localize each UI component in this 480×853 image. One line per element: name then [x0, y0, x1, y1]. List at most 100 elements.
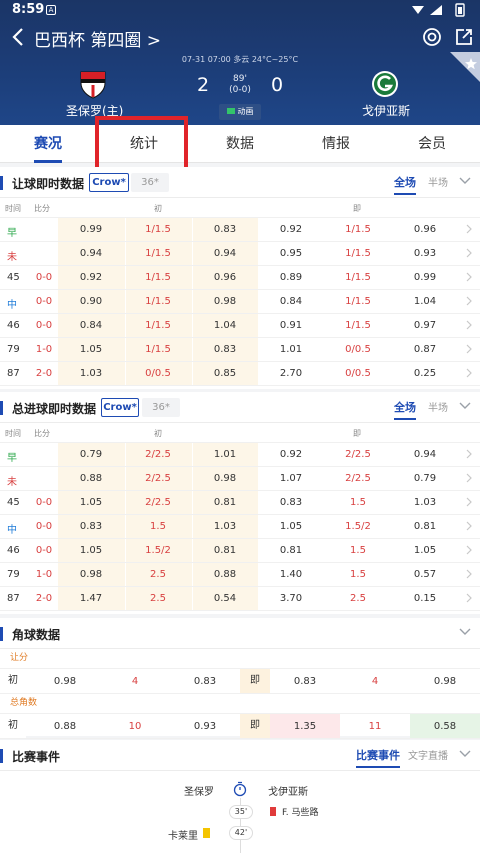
- home-team-name[interactable]: 圣保罗(主): [66, 102, 123, 119]
- odds-value: 1/1.5: [345, 224, 371, 235]
- odds-row[interactable]: 未 0.94 1/1.5 0.94 0.95 1/1.5 0.93: [0, 242, 480, 266]
- row-time: 79: [7, 569, 20, 580]
- collapse-chevron-icon[interactable]: [458, 626, 472, 638]
- odds-value: 0.92: [279, 449, 303, 460]
- home-team-crest-icon: [80, 71, 106, 99]
- title-bar: 巴西杯 第四圈 >: [0, 22, 480, 52]
- odds-value: 1/1.5: [345, 248, 371, 259]
- odds-row[interactable]: 87 2-0 1.47 2.5 0.54 3.70 2.5 0.15: [0, 587, 480, 611]
- share-icon[interactable]: [453, 26, 475, 48]
- odds-row[interactable]: 79 1-0 1.05 1/1.5 0.83 1.01 0/0.5 0.87: [0, 338, 480, 362]
- match-header: 8:59 A 巴西杯 第四圈 > 07-31 07:00 多云 24°C~25°…: [0, 0, 480, 125]
- odds-value: 0.81: [213, 497, 237, 508]
- odds-value: 1/1.5: [145, 248, 171, 259]
- row-time: 46: [7, 545, 20, 556]
- away-score: 0: [271, 74, 284, 96]
- target-icon[interactable]: [421, 26, 443, 48]
- row-time: 中: [7, 525, 17, 536]
- corner-value: 11: [368, 721, 382, 732]
- events-home-team: 圣保罗: [184, 787, 214, 798]
- scope-half-time[interactable]: 半场: [428, 399, 448, 414]
- odds-row[interactable]: 87 2-0 1.03 0/0.5 0.85 2.70 0/0.5 0.25: [0, 362, 480, 386]
- col-live: 即: [353, 204, 361, 213]
- corner-handicap-label: 让分: [10, 653, 29, 663]
- handicap-column-header: 时间 比分 初 即: [0, 198, 480, 218]
- totals-rows: 早 0.79 2/2.5 1.01 0.92 2/2.5 0.94 未 0.88 2/2.5 0.9…: [0, 443, 480, 611]
- bookmaker-chip-36[interactable]: 36*: [142, 398, 180, 417]
- odds-row[interactable]: 45 0-0 1.05 2/2.5 0.81 0.83 1.5 1.03: [0, 491, 480, 515]
- col-score: 比分: [34, 429, 50, 438]
- odds-value: 1.03: [413, 497, 437, 508]
- col-live: 即: [353, 429, 361, 438]
- handicap-header: 让球即时数据 Crow* 36* 全场 半场: [0, 167, 480, 198]
- odds-value: 0.88: [79, 473, 103, 484]
- animation-button[interactable]: 动画: [219, 104, 261, 120]
- row-time: 87: [7, 593, 20, 604]
- row-time: 未: [7, 252, 17, 263]
- row-chevron-icon: [466, 521, 472, 531]
- odds-value: 0/0.5: [145, 368, 171, 379]
- odds-value: 0.79: [79, 449, 103, 460]
- odds-value: 1.04: [213, 320, 237, 331]
- odds-value: 0.83: [213, 224, 237, 235]
- row-time: 87: [7, 368, 20, 379]
- row-time: 未: [7, 477, 17, 488]
- tab-stats[interactable]: 统计: [96, 125, 192, 163]
- scope-full-match[interactable]: 全场: [394, 399, 416, 420]
- odds-value: 0.97: [413, 320, 437, 331]
- scope-full-match[interactable]: 全场: [394, 174, 416, 195]
- odds-value: 2/2.5: [345, 449, 371, 460]
- odds-value: 1.47: [79, 593, 103, 604]
- odds-row[interactable]: 中 0-0 0.83 1.5 1.03 1.05 1.5/2 0.81: [0, 515, 480, 539]
- tab-text-live[interactable]: 文字直播: [408, 747, 448, 762]
- collapse-chevron-icon[interactable]: [458, 400, 472, 412]
- odds-value: 0.94: [79, 248, 103, 259]
- tab-member[interactable]: 会员: [384, 125, 480, 163]
- odds-value: 1.04: [413, 296, 437, 307]
- scope-half-time[interactable]: 半场: [428, 174, 448, 189]
- odds-value: 0.83: [279, 497, 303, 508]
- odds-row[interactable]: 46 0-0 0.84 1/1.5 1.04 0.91 1/1.5 0.97: [0, 314, 480, 338]
- row-chevron-icon: [466, 473, 472, 483]
- bookmaker-chip-crow[interactable]: Crow*: [101, 398, 139, 417]
- live-label: 即: [240, 669, 270, 693]
- odds-value: 1.5: [350, 497, 366, 508]
- corners-title: 角球数据: [0, 627, 61, 642]
- row-score: 0-0: [35, 320, 53, 331]
- odds-row[interactable]: 未 0.88 2/2.5 0.98 1.07 2/2.5 0.79: [0, 467, 480, 491]
- red-card-icon: [270, 807, 276, 816]
- bookmaker-chip-36[interactable]: 36*: [131, 173, 169, 192]
- back-arrow-icon[interactable]: [10, 26, 28, 48]
- tab-match-events[interactable]: 比赛事件: [356, 747, 400, 768]
- corner-value: 0.83: [293, 676, 317, 687]
- odds-row[interactable]: 早 0.99 1/1.5 0.83 0.92 1/1.5 0.96: [0, 218, 480, 242]
- odds-value: 0.81: [279, 545, 303, 556]
- bookmaker-chip-crow[interactable]: Crow*: [89, 173, 129, 192]
- odds-row[interactable]: 45 0-0 0.92 1/1.5 0.96 0.89 1/1.5 0.99: [0, 266, 480, 290]
- odds-value: 0.95: [279, 248, 303, 259]
- away-team-name[interactable]: 戈伊亚斯: [362, 102, 410, 119]
- collapse-chevron-icon[interactable]: [458, 175, 472, 187]
- odds-row[interactable]: 早 0.79 2/2.5 1.01 0.92 2/2.5 0.94: [0, 443, 480, 467]
- odds-row[interactable]: 79 1-0 0.98 2.5 0.88 1.40 1.5 0.57: [0, 563, 480, 587]
- tab-intel[interactable]: 情报: [288, 125, 384, 163]
- odds-value: 0.83: [213, 344, 237, 355]
- odds-row[interactable]: 46 0-0 1.05 1.5/2 0.81 0.81 1.5 1.05: [0, 539, 480, 563]
- competition-title[interactable]: 巴西杯 第四圈 >: [34, 26, 161, 51]
- collapse-chevron-icon[interactable]: [458, 748, 472, 760]
- odds-value: 0.91: [279, 320, 303, 331]
- odds-value: 1.05: [79, 545, 103, 556]
- corner-value: 4: [371, 676, 379, 687]
- row-score: 0-0: [35, 272, 53, 283]
- row-time: 早: [7, 228, 17, 239]
- odds-value: 0.25: [413, 368, 437, 379]
- row-score: 0-0: [35, 545, 53, 556]
- odds-row[interactable]: 中 0-0 0.90 1/1.5 0.98 0.84 1/1.5 1.04: [0, 290, 480, 314]
- tab-data[interactable]: 数据: [192, 125, 288, 163]
- odds-value: 1/1.5: [345, 320, 371, 331]
- tab-live[interactable]: 赛况: [0, 125, 96, 163]
- odds-value: 2.70: [279, 368, 303, 379]
- odds-value: 0.84: [279, 296, 303, 307]
- odds-value: 3.70: [279, 593, 303, 604]
- totals-title: 总进球即时数据: [0, 401, 97, 416]
